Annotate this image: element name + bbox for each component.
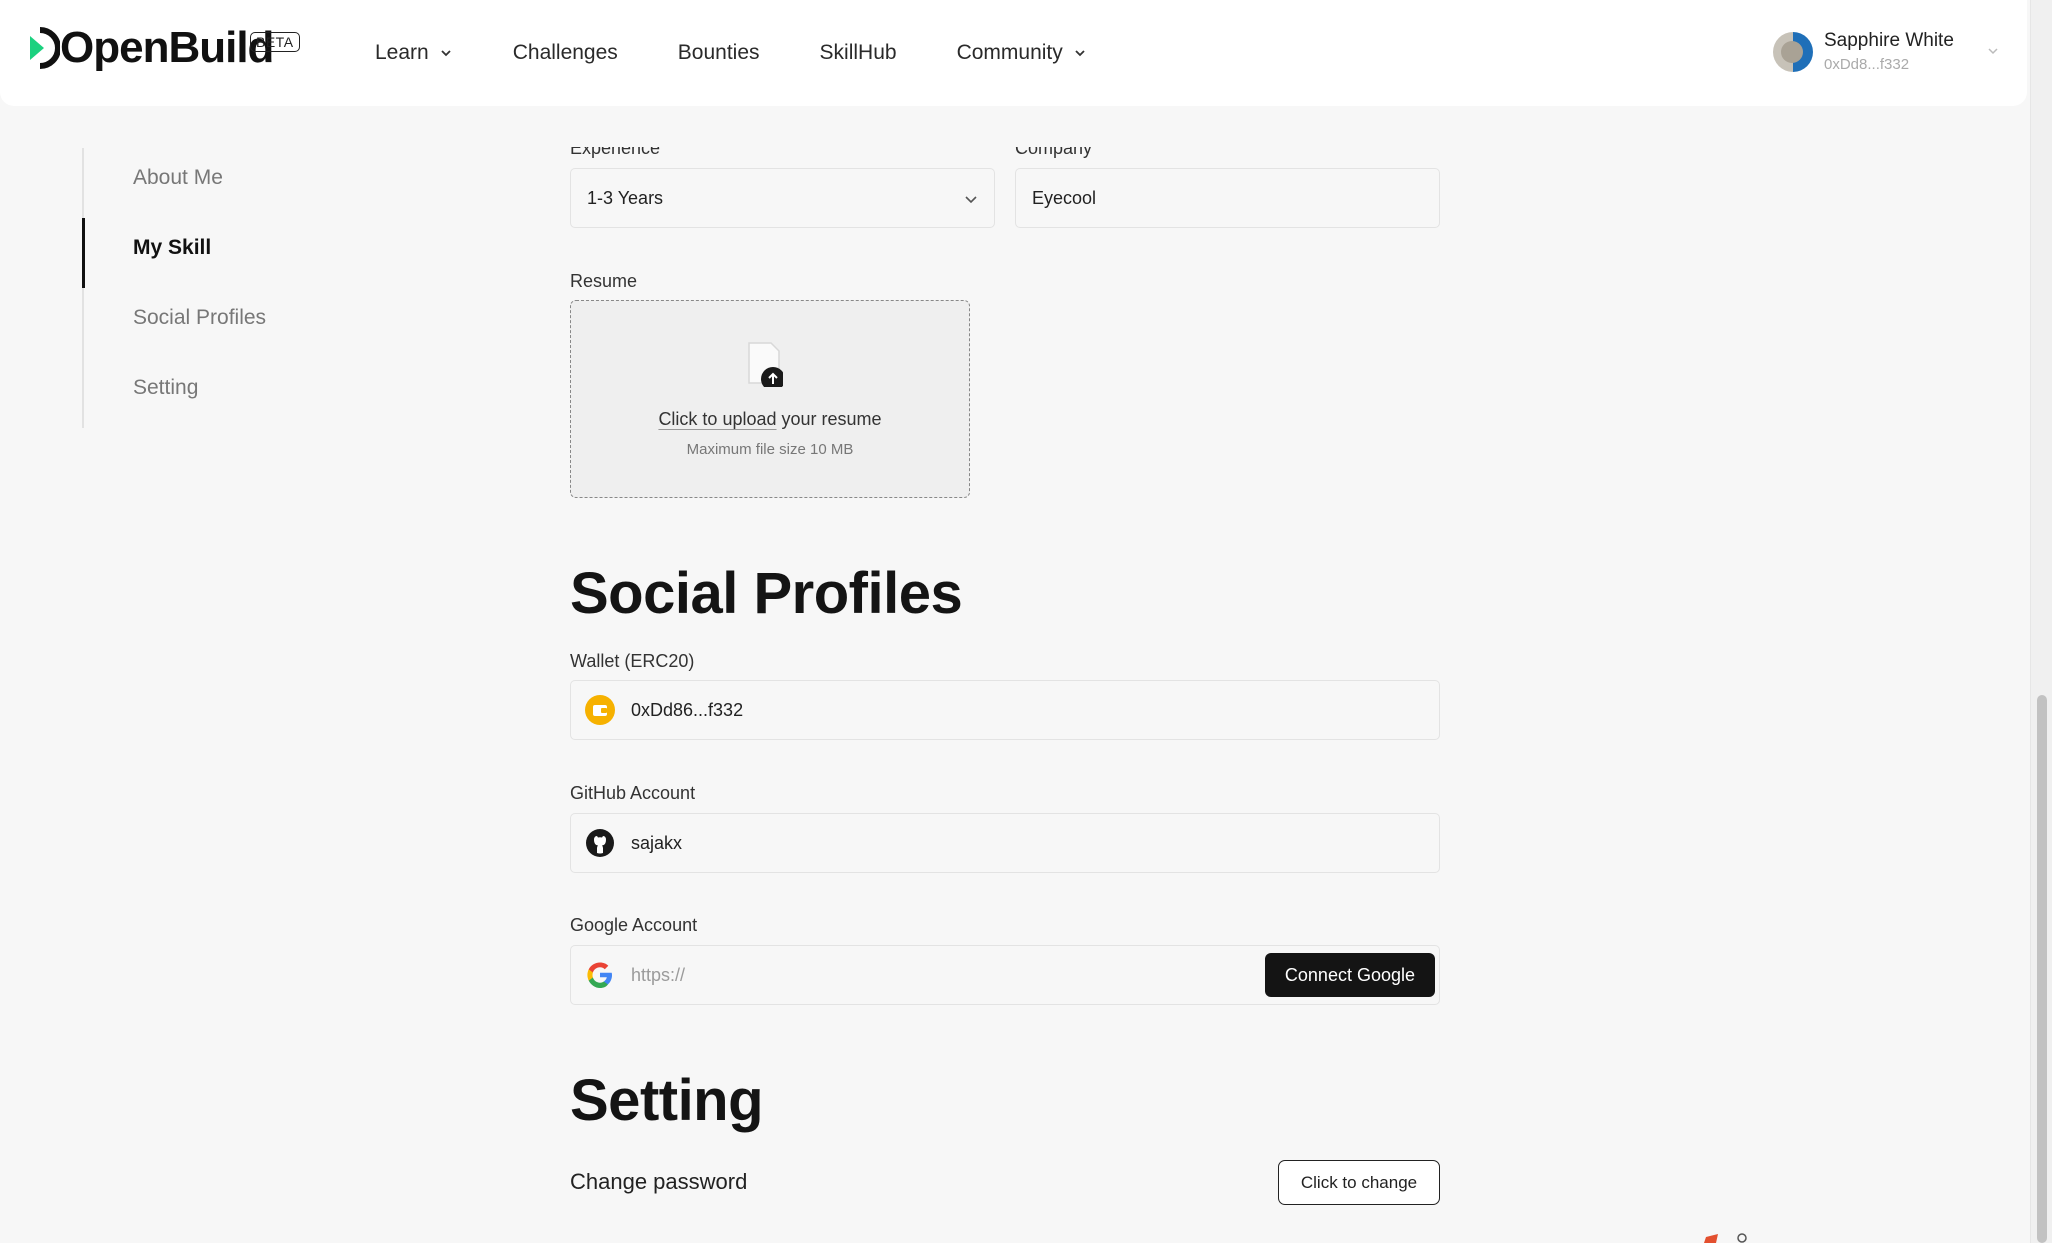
chevron-down-icon — [965, 196, 977, 204]
wallet-field[interactable]: 0xDd86...f332 — [570, 680, 1440, 740]
upload-link[interactable]: Click to upload — [658, 409, 776, 429]
nav-community-label: Community — [956, 41, 1063, 64]
brand-name: OpenBuild — [60, 23, 274, 72]
sidebar-item-my-skill[interactable]: My Skill — [133, 236, 211, 260]
company-value: Eyecool — [1032, 187, 1097, 208]
sidebar-item-setting[interactable]: Setting — [133, 376, 198, 400]
wallet-icon — [585, 695, 615, 725]
google-icon — [587, 962, 612, 988]
sidebar-item-social-profiles[interactable]: Social Profiles — [133, 306, 266, 330]
wallet-label: Wallet (ERC20) — [570, 651, 695, 671]
chevron-down-icon — [1075, 50, 1085, 57]
nav-challenges-label: Challenges — [512, 41, 618, 64]
change-password-button[interactable]: Click to change — [1278, 1160, 1440, 1205]
top-navbar: OpenBuild BETA Learn Challenges Bounties… — [0, 0, 2027, 106]
user-menu[interactable]: Sapphire White 0xDd8...f332 — [1773, 30, 1954, 73]
upload-text-rest: your resume — [776, 409, 882, 429]
page-scrollbar[interactable] — [2030, 0, 2052, 1243]
change-password-label: Change password — [570, 1169, 748, 1194]
main-nav: Learn Challenges Bounties SkillHub Commu… — [375, 0, 1147, 106]
chevron-down-icon[interactable] — [1987, 45, 1999, 57]
experience-label: Experience — [570, 138, 661, 158]
nav-bounties-label: Bounties — [677, 41, 760, 64]
chevron-down-icon — [441, 50, 451, 57]
upload-text: Click to upload your resume — [571, 409, 969, 430]
nav-skillhub[interactable]: SkillHub — [820, 41, 897, 65]
company-label: Company — [1015, 138, 1093, 158]
user-address: 0xDd8...f332 — [1824, 56, 1910, 73]
avatar — [1773, 31, 1813, 72]
wallet-value: 0xDd86...f332 — [631, 699, 744, 720]
resume-label: Resume — [570, 271, 638, 291]
nav-challenges[interactable]: Challenges — [513, 41, 618, 65]
google-label: Google Account — [570, 915, 698, 935]
google-input[interactable]: https:// — [631, 965, 685, 986]
user-name: Sapphire White — [1824, 30, 1954, 51]
logo-mark-icon — [30, 27, 60, 69]
experience-select[interactable]: 1-3 Years — [570, 168, 995, 228]
active-indicator — [82, 218, 85, 288]
nav-learn-label: Learn — [375, 41, 429, 64]
github-icon — [586, 829, 614, 857]
nav-community[interactable]: Community — [957, 41, 1087, 65]
nav-skillhub-label: SkillHub — [819, 41, 897, 64]
company-input[interactable]: Eyecool — [1015, 168, 1440, 228]
setting-heading: Setting — [570, 1068, 764, 1133]
experience-value: 1-3 Years — [587, 187, 664, 208]
google-field: https:// Connect Google — [570, 945, 1440, 1005]
sidebar-item-about-me[interactable]: About Me — [133, 166, 223, 190]
nav-bounties[interactable]: Bounties — [678, 41, 760, 65]
social-profiles-heading: Social Profiles — [570, 561, 963, 626]
resume-upload-dropzone[interactable]: Click to upload your resume Maximum file… — [570, 300, 970, 498]
scrollbar-thumb[interactable] — [2037, 695, 2047, 1243]
github-field[interactable]: sajakx — [570, 813, 1440, 873]
profile-sidebar: About Me My Skill Social Profiles Settin… — [82, 148, 302, 428]
nav-learn[interactable]: Learn — [375, 41, 453, 65]
openbuild-logo[interactable]: OpenBuild — [26, 23, 274, 72]
github-label: GitHub Account — [570, 783, 696, 803]
beta-badge: BETA — [250, 32, 300, 52]
upload-hint: Maximum file size 10 MB — [686, 441, 854, 458]
connect-google-button[interactable]: Connect Google — [1264, 953, 1435, 997]
file-upload-icon — [748, 342, 783, 387]
floating-widget-icon[interactable] — [1692, 1228, 1752, 1243]
github-value: sajakx — [631, 832, 683, 853]
